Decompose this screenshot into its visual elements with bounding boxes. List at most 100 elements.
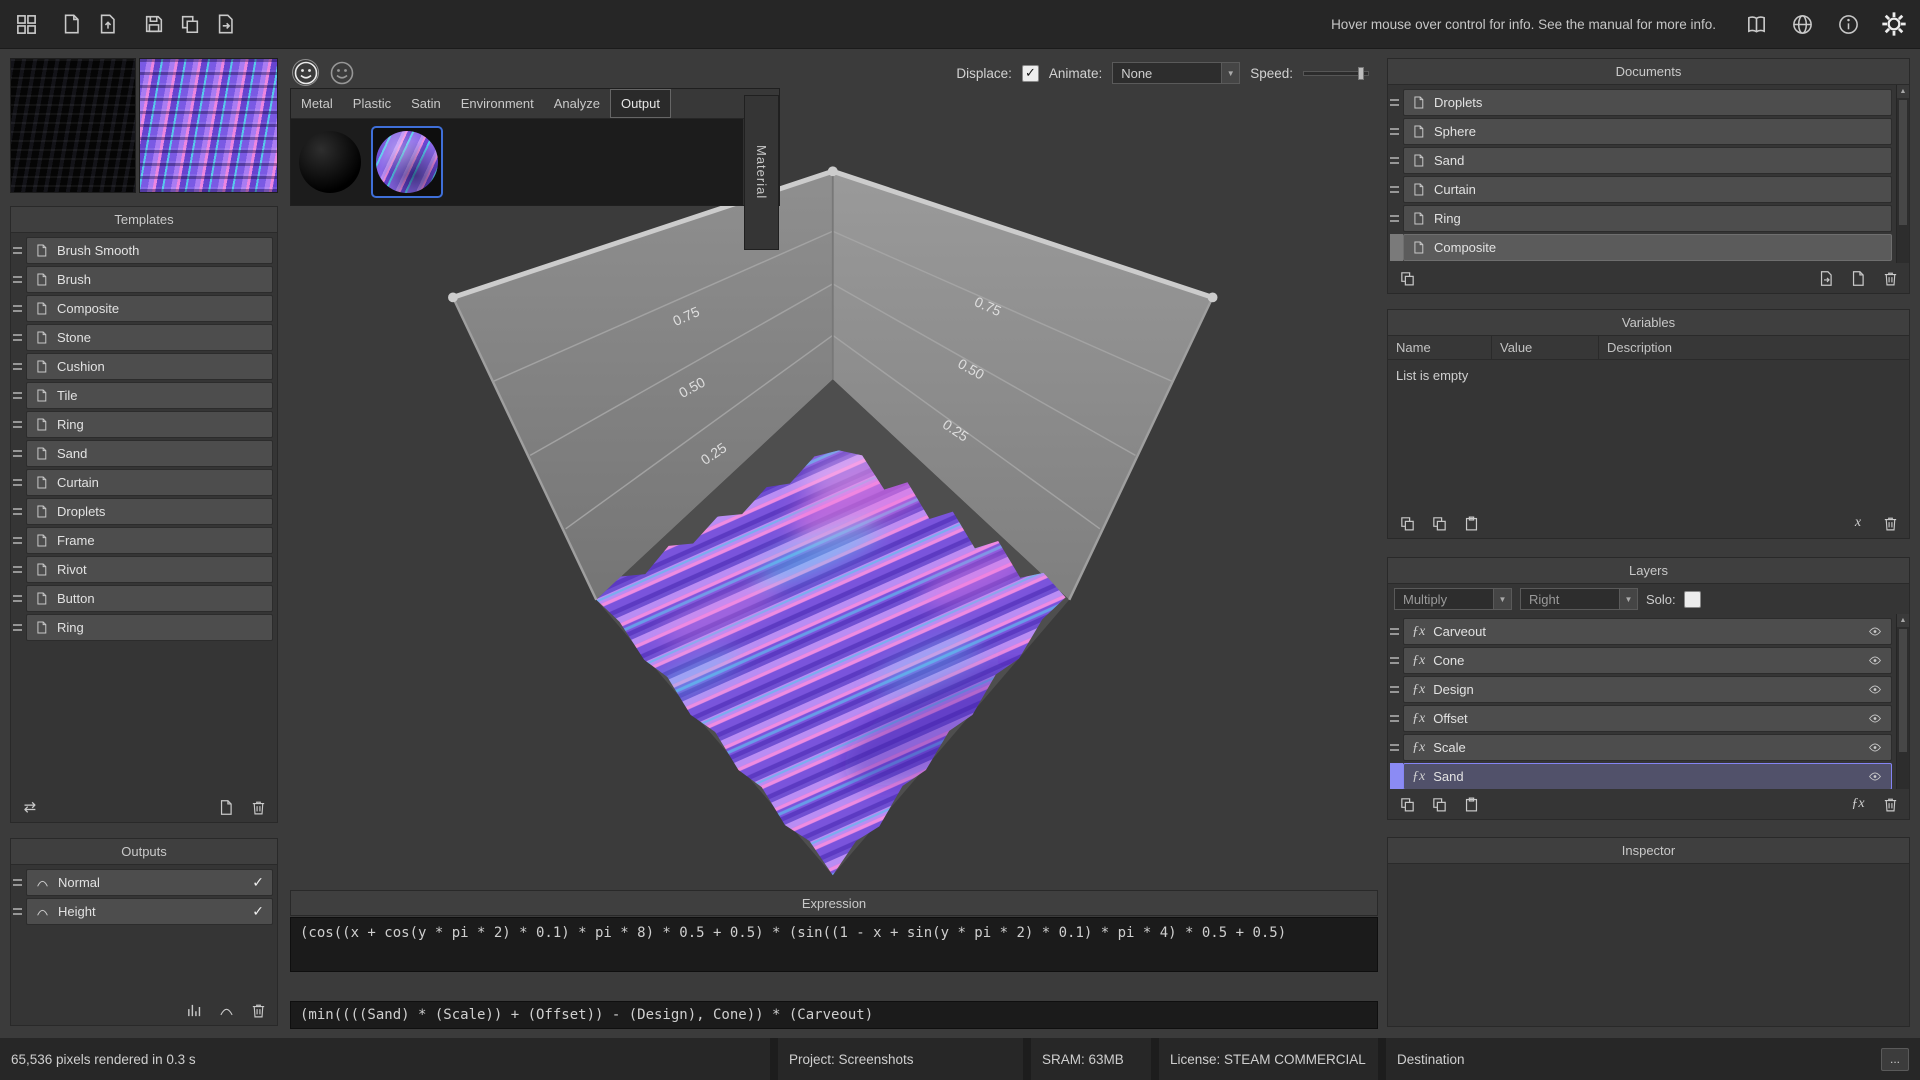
material-ball-button[interactable]: [292, 59, 319, 86]
template-item[interactable]: Brush: [13, 266, 273, 293]
drag-handle-icon[interactable]: [1390, 676, 1403, 703]
drag-handle-icon[interactable]: [13, 585, 26, 612]
3d-preview-viewport[interactable]: 0.75 0.50 0.25 0.75 0.50 0.25: [290, 88, 1378, 890]
column-name[interactable]: Name: [1388, 336, 1492, 359]
layer-item[interactable]: ƒxCone: [1390, 647, 1892, 674]
template-item[interactable]: Curtain: [13, 469, 273, 496]
drag-handle-icon[interactable]: [1390, 118, 1403, 145]
drag-handle-icon[interactable]: [13, 527, 26, 554]
delete-layer-button[interactable]: [1879, 793, 1901, 815]
scroll-up-icon[interactable]: ▲: [1897, 614, 1909, 627]
export-document-button[interactable]: [1815, 267, 1837, 289]
delete-template-button[interactable]: [247, 796, 269, 818]
document-item[interactable]: Sphere: [1390, 118, 1892, 145]
eye-icon[interactable]: [1867, 683, 1883, 696]
drag-handle-icon[interactable]: [1390, 647, 1403, 674]
delete-output-button[interactable]: [247, 999, 269, 1021]
document-item[interactable]: Sand: [1390, 147, 1892, 174]
drag-handle-icon[interactable]: [13, 266, 26, 293]
duplicate-document-button[interactable]: [1396, 267, 1418, 289]
scrollbar-thumb[interactable]: [1899, 100, 1907, 225]
template-item[interactable]: Rivot: [13, 556, 273, 583]
document-item[interactable]: Curtain: [1390, 176, 1892, 203]
drag-handle-icon[interactable]: [13, 469, 26, 496]
template-item[interactable]: Brush Smooth: [13, 237, 273, 264]
new-document-button[interactable]: [56, 8, 88, 40]
drag-handle-icon[interactable]: [1390, 205, 1403, 232]
drag-handle-icon[interactable]: [1390, 763, 1403, 789]
save-button[interactable]: [138, 8, 170, 40]
material-sphere-selected-frame[interactable]: [371, 126, 443, 198]
tab-analyze[interactable]: Analyze: [544, 89, 610, 118]
drag-handle-icon[interactable]: [13, 869, 26, 896]
eye-icon[interactable]: [1867, 625, 1883, 638]
grid-view-button[interactable]: [10, 8, 42, 40]
about-button[interactable]: [1832, 8, 1864, 40]
tab-satin[interactable]: Satin: [401, 89, 451, 118]
blend-mode-select[interactable]: Multiply ▼: [1394, 588, 1512, 610]
manual-button[interactable]: [1740, 8, 1772, 40]
drag-handle-icon[interactable]: [1390, 89, 1403, 116]
document-item-selected[interactable]: Composite: [1390, 234, 1892, 261]
animate-select[interactable]: None ▼: [1112, 62, 1240, 84]
document-item[interactable]: Droplets: [1390, 89, 1892, 116]
eye-icon[interactable]: [1867, 654, 1883, 667]
tab-metal[interactable]: Metal: [291, 89, 343, 118]
template-item[interactable]: Stone: [13, 324, 273, 351]
material-sphere-normal-map[interactable]: [376, 131, 438, 193]
import-document-button[interactable]: [92, 8, 124, 40]
histogram-button[interactable]: [183, 999, 205, 1021]
copy-layer-button[interactable]: [1396, 793, 1418, 815]
eye-icon[interactable]: [1867, 770, 1883, 783]
template-item[interactable]: Frame: [13, 527, 273, 554]
reload-templates-button[interactable]: ⇄: [19, 796, 41, 818]
layer-item[interactable]: ƒxScale: [1390, 734, 1892, 761]
add-variable-button[interactable]: x: [1847, 512, 1869, 534]
drag-handle-icon[interactable]: [13, 324, 26, 351]
duplicate-layer-button[interactable]: [1428, 793, 1450, 815]
template-item[interactable]: Droplets: [13, 498, 273, 525]
website-button[interactable]: [1786, 8, 1818, 40]
layer-item[interactable]: ƒxDesign: [1390, 676, 1892, 703]
save-template-button[interactable]: [215, 796, 237, 818]
drag-handle-icon[interactable]: [13, 237, 26, 264]
drag-handle-icon[interactable]: [13, 411, 26, 438]
delete-variable-button[interactable]: [1879, 512, 1901, 534]
drag-handle-icon[interactable]: [1390, 705, 1403, 732]
height-map-thumbnail[interactable]: [10, 58, 136, 193]
normal-map-thumbnail[interactable]: [139, 58, 278, 193]
drag-handle-icon[interactable]: [1390, 176, 1403, 203]
add-output-button[interactable]: [215, 999, 237, 1021]
destination-browse-button[interactable]: ...: [1881, 1048, 1909, 1071]
drag-handle-icon[interactable]: [13, 898, 26, 925]
tab-environment[interactable]: Environment: [451, 89, 544, 118]
template-item[interactable]: Cushion: [13, 353, 273, 380]
add-document-button[interactable]: [1847, 267, 1869, 289]
template-item[interactable]: Composite: [13, 295, 273, 322]
slider-thumb[interactable]: [1358, 67, 1364, 80]
paste-layer-button[interactable]: [1460, 793, 1482, 815]
drag-handle-icon[interactable]: [13, 382, 26, 409]
column-description[interactable]: Description: [1599, 336, 1909, 359]
paste-variable-button[interactable]: [1460, 512, 1482, 534]
scrollbar-thumb[interactable]: [1899, 629, 1907, 752]
drag-handle-icon[interactable]: [1390, 147, 1403, 174]
drag-handle-icon[interactable]: [13, 440, 26, 467]
material-ball-alt-button[interactable]: [328, 59, 355, 86]
expression-editor[interactable]: (cos((x + cos(y * pi * 2) * 0.1) * pi * …: [290, 917, 1378, 972]
delete-document-button[interactable]: [1879, 267, 1901, 289]
export-button[interactable]: [210, 8, 242, 40]
template-item[interactable]: Sand: [13, 440, 273, 467]
add-layer-button[interactable]: ƒx: [1847, 793, 1869, 815]
material-side-tab[interactable]: Material: [744, 95, 779, 250]
tab-output[interactable]: Output: [610, 89, 671, 118]
channel-select[interactable]: Right ▼: [1520, 588, 1638, 610]
template-item[interactable]: Tile: [13, 382, 273, 409]
output-item[interactable]: Normal✓: [13, 869, 273, 896]
scroll-up-icon[interactable]: ▲: [1897, 85, 1909, 98]
output-item[interactable]: Height✓: [13, 898, 273, 925]
material-sphere-dark[interactable]: [299, 131, 361, 193]
drag-handle-icon[interactable]: [13, 614, 26, 641]
solo-checkbox[interactable]: [1684, 591, 1701, 608]
template-item[interactable]: Button: [13, 585, 273, 612]
